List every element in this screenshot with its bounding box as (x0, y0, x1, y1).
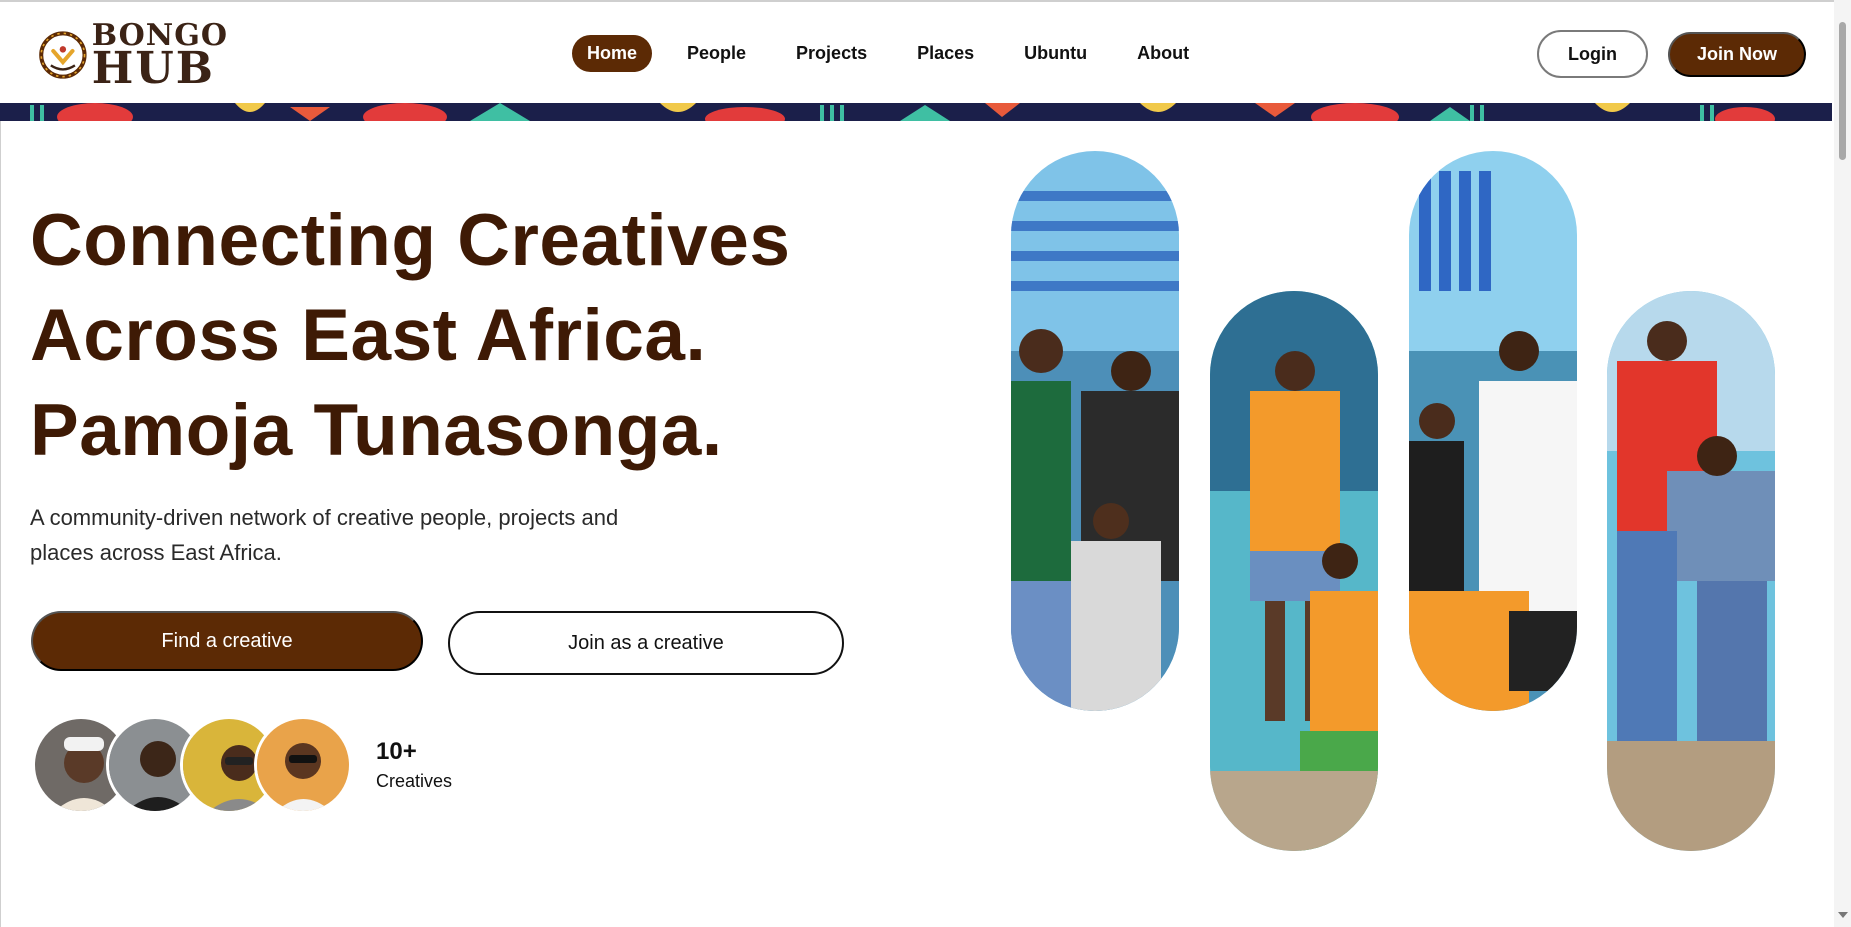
hero-title-line-1: Connecting Creatives (30, 200, 791, 281)
nav-item-people[interactable]: People (672, 35, 761, 72)
hero-description: A community-driven network of creative p… (30, 505, 619, 565)
kitenge-pattern-icon (0, 103, 1832, 121)
group-photo-image (1011, 151, 1179, 711)
group-photo-image (1607, 291, 1775, 851)
login-button[interactable]: Login (1537, 30, 1648, 78)
creatives-count-label: Creatives (376, 771, 453, 791)
logo[interactable]: BONGO HUB (38, 18, 228, 92)
nav-item-home[interactable]: Home (572, 35, 653, 72)
hero-photo-pill-2 (1210, 291, 1378, 851)
join-now-button[interactable]: Join Now (1668, 32, 1806, 77)
window-left-border (0, 0, 1, 927)
avatar[interactable] (254, 716, 352, 814)
find-creative-button[interactable]: Find a creative (31, 611, 423, 671)
group-photo-image (1210, 291, 1378, 851)
join-as-creative-button[interactable]: Join as a creative (448, 611, 844, 675)
bongo-hub-logo-mark-icon (39, 31, 87, 79)
main-nav: Home People Projects Places Ubuntu About (572, 35, 1224, 72)
site-header: BONGO HUB Home People Projects Places Ub… (0, 2, 1832, 103)
hero-title-line-2: Across East Africa. (30, 295, 707, 376)
hero-photo-pill-4 (1607, 291, 1775, 851)
nav-item-projects[interactable]: Projects (781, 35, 882, 72)
hero-title-line-3: Pamoja Tunasonga. (30, 390, 723, 471)
creative-avatars (32, 716, 372, 814)
nav-item-about[interactable]: About (1122, 35, 1204, 72)
nav-item-ubuntu[interactable]: Ubuntu (1009, 35, 1102, 72)
logo-wordmark: BONGO HUB (91, 20, 228, 94)
creatives-count: 10+ (376, 738, 417, 765)
logo-line-2: HUB (91, 42, 215, 94)
hero-photo-pill-3 (1409, 151, 1577, 711)
page-scrollbar[interactable] (1834, 0, 1851, 927)
group-photo-image (1409, 151, 1577, 711)
scrollbar-thumb[interactable] (1839, 22, 1846, 160)
chevron-down-icon[interactable] (1838, 912, 1848, 918)
decorative-pattern-strip (0, 103, 1832, 121)
nav-item-places[interactable]: Places (902, 35, 989, 72)
hero-title: Connecting Creatives Across East Africa.… (30, 193, 930, 478)
hero-photo-pill-1 (1011, 151, 1179, 711)
